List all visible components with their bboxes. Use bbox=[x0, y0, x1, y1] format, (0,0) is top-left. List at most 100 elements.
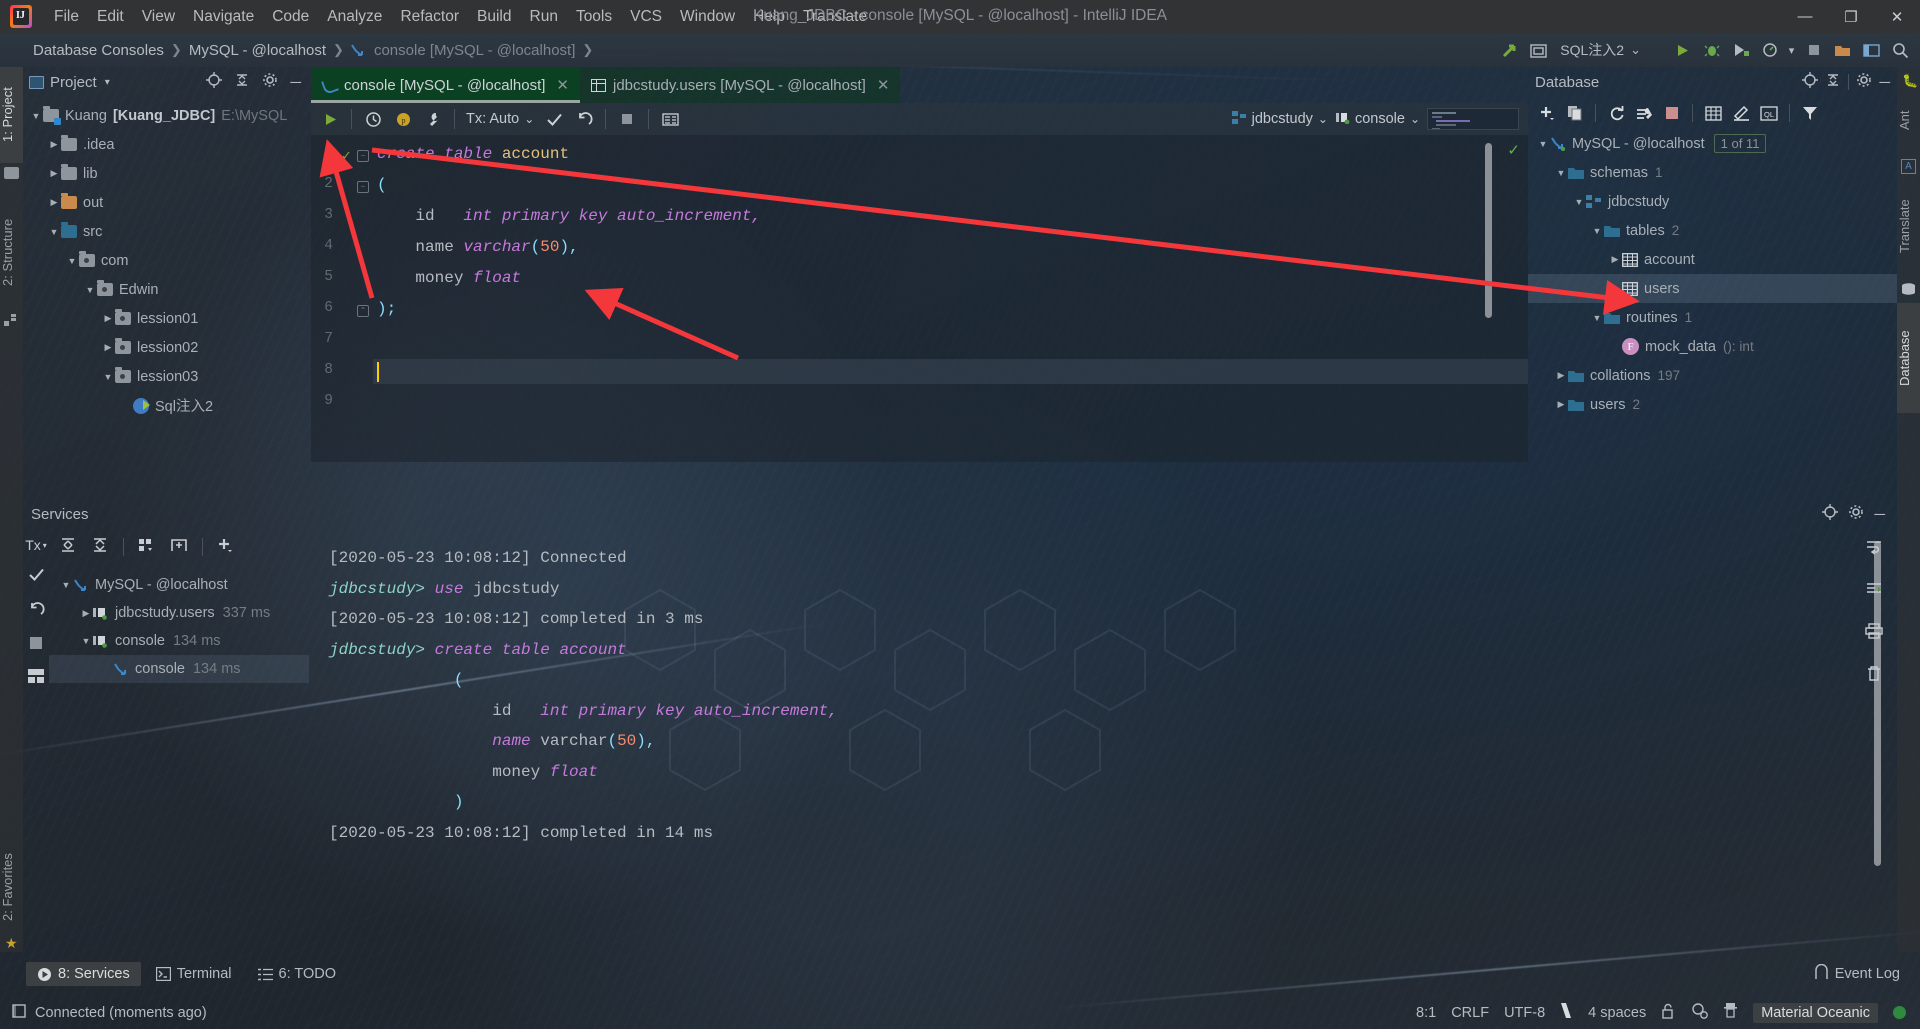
breadcrumb-item-1[interactable]: MySQL - @localhost bbox=[186, 42, 329, 59]
chevron-down-icon[interactable]: ▼ bbox=[65, 256, 79, 266]
pending-icon[interactable]: p bbox=[389, 106, 417, 132]
file-encoding[interactable]: UTF-8 bbox=[1504, 1005, 1545, 1021]
services-tree-item[interactable]: ▶ jdbcstudy.users 337 ms bbox=[49, 599, 309, 627]
schema-selector[interactable]: jdbcstudy ⌄ bbox=[1231, 110, 1328, 128]
sidebar-tab-ant[interactable]: Ant bbox=[1897, 93, 1920, 147]
wrap-icon[interactable] bbox=[1865, 539, 1883, 559]
indent-setting[interactable]: 4 spaces bbox=[1588, 1005, 1646, 1021]
layout-icon[interactable] bbox=[28, 669, 44, 687]
project-tree-item[interactable]: ▼ Edwin bbox=[23, 275, 311, 304]
chevron-down-icon[interactable]: ▼ bbox=[1536, 139, 1550, 149]
profile-icon[interactable] bbox=[1756, 37, 1783, 63]
locate-icon[interactable] bbox=[1802, 72, 1819, 92]
history-icon[interactable] bbox=[359, 106, 387, 132]
run-configuration-selector[interactable]: SQL注入2 ⌄ bbox=[1554, 38, 1647, 62]
lock-open-icon[interactable] bbox=[1661, 1003, 1676, 1023]
debug-icon[interactable] bbox=[1698, 37, 1725, 63]
chevron-down-icon[interactable]: ▾ bbox=[105, 77, 110, 88]
code-fold-icon[interactable]: − bbox=[357, 181, 369, 193]
database-tree-item[interactable]: ▼ MySQL - @localhost 1 of 11 bbox=[1528, 129, 1897, 158]
chevron-down-icon[interactable]: ▼ bbox=[1590, 313, 1604, 323]
query-console-icon[interactable]: QL bbox=[1757, 101, 1781, 125]
hide-icon[interactable]: ─ bbox=[1879, 74, 1890, 91]
stop-icon[interactable] bbox=[1660, 101, 1684, 125]
inspections-icon[interactable] bbox=[1691, 1002, 1709, 1023]
chevron-right-icon[interactable]: ▶ bbox=[101, 313, 115, 324]
new-tab-icon[interactable] bbox=[170, 537, 188, 557]
hide-icon[interactable]: ─ bbox=[1874, 506, 1889, 523]
menu-item-build[interactable]: Build bbox=[468, 6, 520, 28]
gear-icon[interactable] bbox=[262, 72, 278, 92]
sidebar-tab-database[interactable]: Database bbox=[1897, 303, 1920, 413]
sidebar-tab-translate[interactable]: Translate bbox=[1897, 179, 1920, 273]
project-tree-item[interactable]: ▶ .idea bbox=[23, 130, 311, 159]
chevron-down-icon[interactable]: ▼ bbox=[79, 636, 93, 646]
menu-item-analyze[interactable]: Analyze bbox=[318, 6, 391, 28]
project-tree-item[interactable]: ▶ lession01 bbox=[23, 304, 311, 333]
chevron-down-icon[interactable]: ▼ bbox=[29, 111, 43, 121]
sidebar-tab-favorites[interactable]: 2: Favorites bbox=[0, 832, 23, 942]
table-editor-icon[interactable] bbox=[1701, 101, 1725, 125]
stop-icon[interactable] bbox=[613, 106, 641, 132]
project-tree-item[interactable]: ▼ src bbox=[23, 217, 311, 246]
project-tree-item[interactable]: ▶ lession02 bbox=[23, 333, 311, 362]
line-separator[interactable]: CRLF bbox=[1451, 1005, 1489, 1021]
add-icon[interactable] bbox=[1535, 101, 1559, 125]
collapse-all-icon[interactable] bbox=[234, 72, 250, 92]
commit-check-icon[interactable] bbox=[28, 568, 45, 586]
chevron-right-icon[interactable]: ▶ bbox=[79, 608, 93, 619]
minimap[interactable] bbox=[1427, 108, 1519, 130]
event-log-button[interactable]: Event Log bbox=[1814, 963, 1900, 984]
menu-item-vcs[interactable]: VCS bbox=[621, 6, 671, 28]
database-tree-item[interactable]: ▼ routines 1 bbox=[1528, 303, 1897, 332]
rollback-icon[interactable] bbox=[28, 601, 45, 621]
project-tree-item[interactable]: ▶ out bbox=[23, 188, 311, 217]
caret-position[interactable]: 8:1 bbox=[1416, 1005, 1436, 1021]
database-tree-item[interactable]: ▼ schemas 1 bbox=[1528, 158, 1897, 187]
chevron-right-icon[interactable]: ▶ bbox=[1608, 283, 1622, 294]
stop-icon[interactable] bbox=[29, 636, 43, 654]
chevron-down-icon[interactable]: ▼ bbox=[59, 580, 73, 590]
tool-window-button-1[interactable]: Terminal bbox=[145, 962, 243, 986]
database-tree-item[interactable]: ▼ tables 2 bbox=[1528, 216, 1897, 245]
group-icon[interactable] bbox=[138, 537, 156, 557]
filter-icon[interactable] bbox=[1798, 101, 1822, 125]
sidebar-tab-structure[interactable]: 2: Structure bbox=[0, 197, 23, 307]
locate-icon[interactable] bbox=[1822, 504, 1839, 524]
cursor-arrow-icon[interactable] bbox=[1496, 37, 1523, 63]
run-icon[interactable] bbox=[316, 106, 344, 132]
project-tree-item[interactable]: ▼ Kuang [Kuang_JDBC] E:\MySQL bbox=[23, 101, 311, 130]
session-selector[interactable]: console ⌄ bbox=[1335, 111, 1420, 128]
add-icon[interactable] bbox=[217, 537, 234, 558]
chevron-right-icon[interactable]: ▶ bbox=[1608, 254, 1622, 265]
menu-item-refactor[interactable]: Refactor bbox=[391, 6, 468, 28]
database-tree-item[interactable]: ▶ account bbox=[1528, 245, 1897, 274]
code-fold-icon[interactable]: − bbox=[357, 150, 369, 162]
chevron-right-icon[interactable]: ▶ bbox=[47, 197, 61, 208]
trash-icon[interactable] bbox=[1866, 665, 1882, 686]
vcs-branch-icon[interactable] bbox=[1560, 1002, 1573, 1023]
layout-icon[interactable] bbox=[1858, 37, 1885, 63]
commit-check-icon[interactable] bbox=[540, 106, 568, 132]
rollback-icon[interactable] bbox=[570, 106, 598, 132]
chevron-right-icon[interactable]: ▶ bbox=[47, 168, 61, 179]
editor-scrollbar-thumb[interactable] bbox=[1485, 143, 1492, 318]
chevron-down-icon[interactable]: ▼ bbox=[83, 285, 97, 295]
code-fold-icon[interactable]: ⌃ bbox=[357, 305, 369, 317]
services-tree-item[interactable]: ▼ MySQL - @localhost bbox=[49, 571, 309, 599]
menu-item-view[interactable]: View bbox=[133, 6, 184, 28]
chevron-right-icon[interactable]: ▶ bbox=[1554, 399, 1568, 410]
close-icon[interactable]: ✕ bbox=[877, 76, 890, 94]
chevron-down-icon[interactable]: ▼ bbox=[1590, 226, 1604, 236]
output-icon[interactable] bbox=[656, 106, 684, 132]
gear-icon[interactable] bbox=[1856, 72, 1872, 92]
wrench-icon[interactable] bbox=[419, 106, 447, 132]
editor-gutter[interactable]: 1 2 3 4 5 6 7 8 9 − − ⌃ ✓ bbox=[311, 135, 373, 462]
transaction-mode-selector[interactable]: Tx: Auto ⌄ bbox=[462, 111, 538, 127]
tx-icon[interactable]: Tx ▾ bbox=[25, 537, 47, 553]
database-tree-item[interactable]: ▶ users 2 bbox=[1528, 390, 1897, 419]
copy-icon[interactable] bbox=[1563, 101, 1587, 125]
breadcrumb-item-0[interactable]: Database Consoles bbox=[30, 42, 167, 59]
window-icon[interactable] bbox=[1525, 37, 1552, 63]
database-tree-item[interactable]: ▶ users bbox=[1528, 274, 1897, 303]
